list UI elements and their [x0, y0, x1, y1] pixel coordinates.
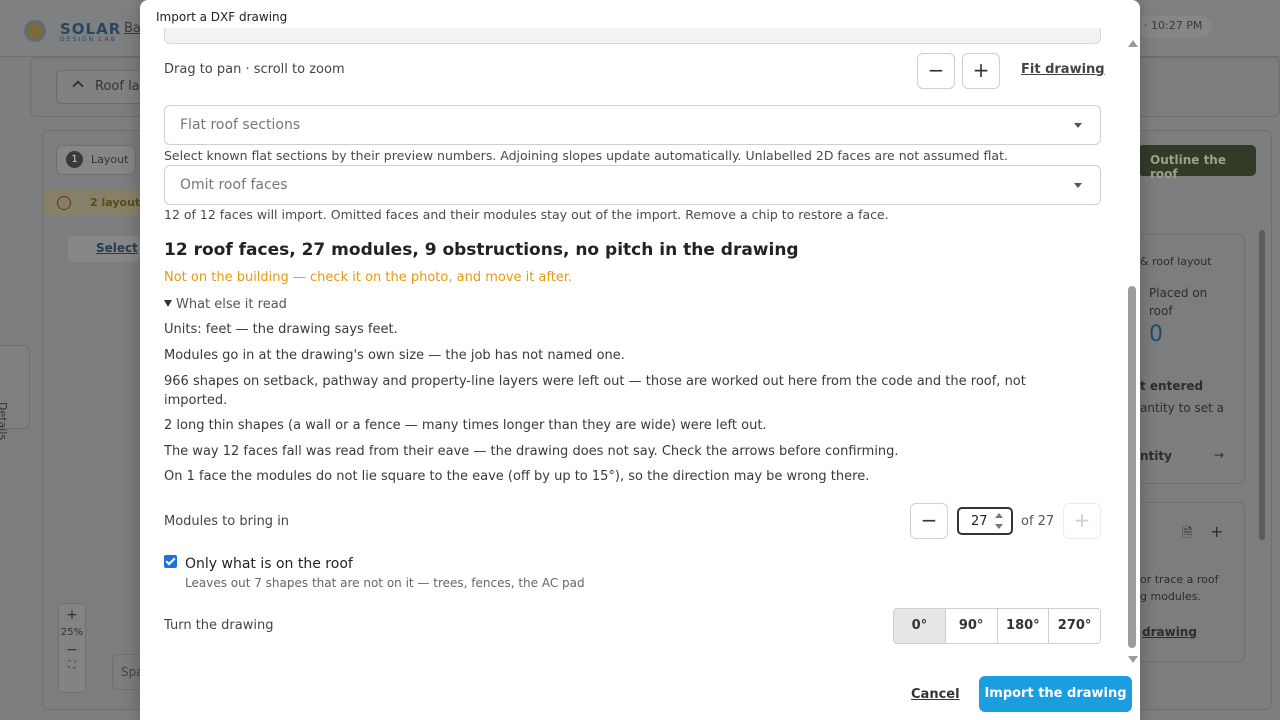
flat-roof-sections-placeholder: Flat roof sections [180, 117, 301, 133]
details-label: Details [0, 402, 9, 441]
details-drawer-tab[interactable]: Details [0, 345, 30, 440]
outline-roof-button[interactable]: Outline the roof [1138, 145, 1256, 181]
import-summary-heading: 12 roof faces, 27 modules, 9 obstruction… [164, 240, 799, 260]
only-on-roof-label[interactable]: Only what is on the roof [185, 556, 353, 572]
quantity-link[interactable]: ntity [1140, 449, 1172, 463]
placed-value: 0 [1149, 322, 1163, 347]
zoom-out-icon[interactable]: − [59, 638, 85, 658]
detail-line: 2 long thin shapes (a wall or a fence — … [164, 418, 767, 433]
modules-quantity-input[interactable]: 27 [957, 507, 1013, 535]
trace-hint-1: or trace a roof [1140, 573, 1219, 586]
scroll-up-icon[interactable] [1128, 40, 1138, 47]
modules-total: of 27 [1021, 514, 1055, 529]
select-tool-button[interactable]: Select [68, 236, 140, 262]
quantity-hint: antity to set a [1140, 401, 1224, 415]
rotation-270-button[interactable]: 270° [1048, 609, 1100, 643]
import-drawing-link[interactable]: drawing [1142, 625, 1197, 639]
detail-line: On 1 face the modules do not lie square … [164, 469, 870, 484]
brand-subtitle: DESIGN LAB [60, 36, 117, 43]
right-panel-section-label: & roof layout [1140, 255, 1212, 268]
details-summary-label: What else it read [176, 297, 287, 312]
chevron-down-icon [1074, 183, 1082, 188]
turn-drawing-label: Turn the drawing [164, 618, 274, 633]
triangle-down-icon [164, 300, 172, 307]
import-dxf-dialog: Import a DXF drawing Drag to pan · scrol… [140, 0, 1140, 720]
spin-up-icon[interactable] [995, 513, 1003, 518]
modules-quantity-value: 27 [971, 514, 988, 529]
modules-increment-button[interactable]: + [1063, 503, 1101, 539]
tab-layout-number: 1 [66, 151, 83, 168]
omit-roof-faces-placeholder: Omit roof faces [180, 177, 288, 193]
solar-logo-icon [24, 20, 46, 42]
placement-warning: Not on the building — check it on the ph… [164, 270, 573, 285]
not-entered-label: t entered [1140, 379, 1204, 393]
right-panel-card [1130, 234, 1245, 484]
zoom-level: 25% [60, 627, 84, 638]
omit-faces-hint: 12 of 12 faces will import. Omitted face… [164, 207, 889, 222]
fit-drawing-link[interactable]: Fit drawing [1021, 62, 1105, 77]
modules-decrement-button[interactable]: − [910, 503, 948, 539]
only-on-roof-hint: Leaves out 7 shapes that are not on it —… [185, 576, 585, 590]
time-badge: · 10:27 PM [1134, 16, 1213, 38]
rotation-180-button[interactable]: 180° [996, 609, 1049, 643]
spin-down-icon[interactable] [995, 524, 1003, 529]
what-else-it-read-toggle[interactable]: What else it read [164, 297, 287, 312]
placed-label: Placed on [1149, 286, 1208, 300]
rotation-90-button[interactable]: 90° [944, 609, 997, 643]
document-icon[interactable]: 🗎 [1182, 524, 1192, 546]
flat-roof-hint: Select known flat sections by their prev… [164, 148, 1008, 163]
scroll-thumb[interactable] [1128, 286, 1136, 648]
omit-roof-faces-select[interactable]: Omit roof faces [164, 165, 1101, 205]
detail-line: 966 shapes on setback, pathway and prope… [164, 374, 1026, 408]
chevron-down-icon [1074, 123, 1082, 128]
rotation-segmented-control: 0° 90° 180° 270° [893, 608, 1101, 644]
detail-line: Units: feet — the drawing says feet. [164, 322, 398, 337]
dialog-title: Import a DXF drawing [156, 10, 288, 24]
zoom-in-icon[interactable]: + [59, 604, 85, 623]
dialog-scrollbar[interactable] [1126, 36, 1138, 668]
fullscreen-icon[interactable]: ⛶ [59, 658, 85, 671]
flat-roof-sections-select[interactable]: Flat roof sections [164, 105, 1101, 145]
add-icon[interactable]: + [1210, 522, 1223, 541]
arrow-right-icon: → [1214, 448, 1225, 462]
cancel-button[interactable]: Cancel [911, 687, 960, 702]
rotation-0-button[interactable]: 0° [894, 609, 945, 643]
detail-line: The way 12 faces fall was read from thei… [164, 444, 899, 459]
placed-label-2: roof [1149, 304, 1173, 318]
drawing-preview-bottom-edge [164, 28, 1101, 44]
pan-zoom-hint: Drag to pan · scroll to zoom [164, 62, 345, 77]
zoom-out-button[interactable]: − [917, 53, 955, 89]
zoom-in-button[interactable]: + [962, 53, 1000, 89]
map-zoom-control: + 25% − ⛶ [58, 603, 86, 693]
warning-icon [57, 196, 71, 210]
page-scrollbar[interactable] [1259, 230, 1265, 540]
trace-hint-2: g modules. [1140, 590, 1201, 603]
only-on-roof-checkbox[interactable] [164, 555, 177, 568]
modules-to-bring-in-label: Modules to bring in [164, 514, 290, 529]
import-drawing-button[interactable]: Import the drawing [979, 676, 1132, 712]
detail-line: Modules go in at the drawing's own size … [164, 348, 625, 363]
scroll-down-icon[interactable] [1128, 656, 1138, 663]
back-link[interactable]: Ba [124, 21, 141, 36]
